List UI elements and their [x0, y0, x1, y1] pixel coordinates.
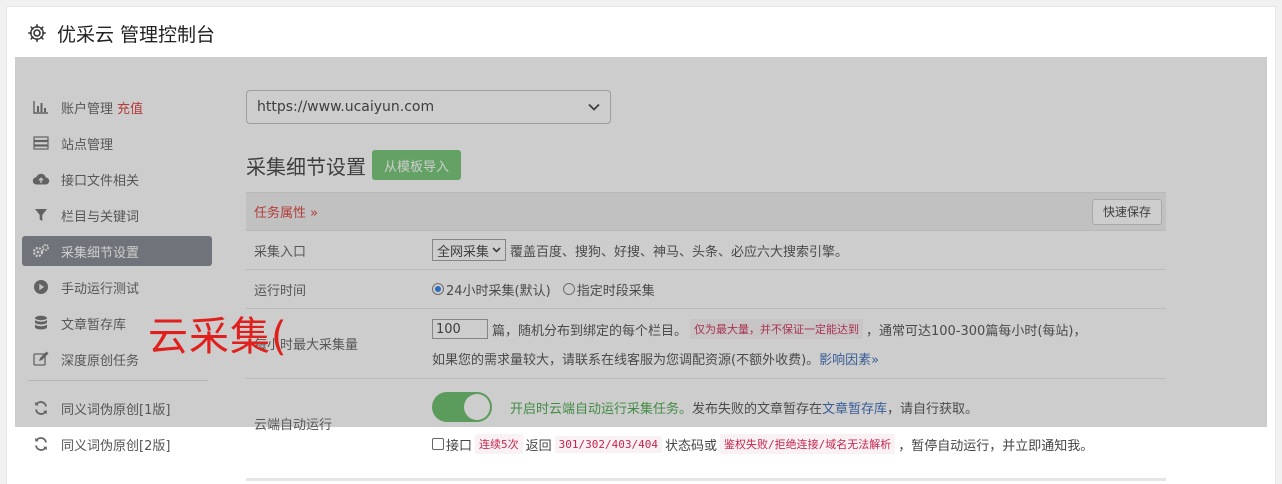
sidebar-item-collect-settings[interactable]: 采集细节设置	[22, 236, 212, 266]
max-per-hour-text2: ，通常可达100-300篇每小时(每站)，	[866, 323, 1087, 339]
row-label: 采集入口	[254, 244, 307, 260]
sidebar-item-label: 文章暂存库	[61, 317, 127, 333]
task-properties-header: 任务属性 » 快速保存	[246, 193, 1166, 231]
chevron-down-icon	[492, 247, 501, 253]
cb-text4: ，暂停自动运行，并立即通知我。	[898, 438, 1094, 454]
article-store-link[interactable]: 文章暂存库	[822, 398, 887, 417]
server-icon	[32, 134, 50, 152]
cb-code2: 301/302/403/404	[554, 435, 662, 453]
row-label: 运行时间	[254, 283, 307, 299]
pause-on-error-checkbox[interactable]	[432, 438, 444, 450]
radio-24h-label: 24小时采集(默认)	[446, 283, 551, 299]
max-per-hour-line2: 如果您的需求量较大，请联系在线客服为您调配资源(不额外收费)。	[432, 353, 820, 368]
row-collect-entry: 采集入口 全网采集 覆盖百度、搜狗、好搜、神马、头条、必应六大搜索引擎。	[246, 231, 1166, 270]
sidebar-item-label: 同义词伪原创[2版]	[61, 438, 171, 454]
max-per-hour-input[interactable]: 100	[432, 319, 488, 339]
sidebar-item-label: 栏目与关键词	[61, 209, 140, 225]
page-title: 优采云 管理控制台	[57, 23, 216, 46]
cb-code1: 连续5次	[475, 434, 523, 454]
radio-scheduled-label: 指定时段采集	[576, 283, 655, 299]
filter-icon	[32, 206, 50, 224]
cb-text2: 返回	[525, 438, 552, 454]
cloud-run-text1: 发布失败的文章暂存在	[692, 401, 823, 417]
cloud-run-green-text: 开启时云端自动运行采集任务。	[510, 401, 693, 417]
section-heading: 采集细节设置	[246, 154, 366, 179]
top-bar: 优采云 管理控制台	[7, 7, 1275, 59]
cloud-run-text2: ，请自行获取。	[887, 401, 979, 417]
refresh-icon	[32, 399, 50, 417]
radio-24h[interactable]	[432, 283, 444, 295]
form-bottom-border	[246, 478, 1166, 481]
max-per-hour-note: 仅为最大量，并不保证一定能达到	[690, 319, 864, 339]
sidebar-item-sites[interactable]: 站点管理	[22, 128, 212, 158]
recharge-link[interactable]: 充值	[117, 98, 143, 117]
cb-text1: 接口	[446, 438, 473, 454]
sidebar-item-deep-original[interactable]: 深度原创任务	[22, 344, 212, 374]
max-per-hour-text1: 篇，随机分布到绑定的每个栏目。	[492, 323, 688, 339]
settings-form: 任务属性 » 快速保存 采集入口 全网采集 覆盖百度、搜狗、好搜、神马、头条、必…	[246, 192, 1166, 467]
sidebar-item-interface-files[interactable]: 接口文件相关	[22, 164, 212, 194]
cloud-run-toggle[interactable]	[432, 392, 492, 422]
row-cloud-run: 云端自动运行 开启时云端自动运行采集任务。 发布失败的文章暂存在 文章暂存库 ，…	[246, 379, 1166, 467]
cb-code3: 鉴权失败/拒绝连接/域名无法解析	[720, 434, 896, 454]
site-select[interactable]: https://www.ucaiyun.com	[246, 90, 611, 124]
bar-chart-icon	[32, 98, 50, 116]
sidebar-item-label: 采集细节设置	[61, 245, 140, 261]
collect-entry-select[interactable]: 全网采集	[432, 239, 507, 261]
influence-factors-link[interactable]: 影响因素»	[819, 349, 879, 368]
section-heading-row: 采集细节设置 从模板导入	[246, 150, 1166, 180]
sidebar-item-label: 手动运行测试	[61, 281, 140, 297]
sidebar-item-columns-keywords[interactable]: 栏目与关键词	[22, 200, 212, 230]
sidebar-item-label: 站点管理	[61, 137, 114, 153]
sidebar-divider	[28, 380, 208, 381]
cb-text3: 状态码或	[665, 438, 718, 454]
row-label: 云端自动运行	[254, 417, 333, 433]
quick-save-button[interactable]: 快速保存	[1091, 198, 1162, 225]
import-template-button[interactable]: 从模板导入	[372, 150, 462, 180]
sidebar-item-manual-run[interactable]: 手动运行测试	[22, 272, 212, 302]
edit-icon	[32, 350, 50, 368]
sidebar-item-synonym-v1[interactable]: 同义词伪原创[1版]	[22, 393, 212, 423]
database-icon	[32, 314, 50, 332]
gears-icon	[32, 242, 50, 260]
cloud-upload-icon	[32, 170, 50, 188]
play-circle-icon	[32, 278, 50, 296]
sidebar-item-synonym-v2[interactable]: 同义词伪原创[2版]	[22, 429, 212, 459]
collect-entry-desc: 覆盖百度、搜狗、好搜、神马、头条、必应六大搜索引擎。	[510, 244, 849, 260]
main-content: https://www.ucaiyun.com 采集细节设置 从模板导入 任务属…	[246, 90, 1166, 467]
sidebar: 账户管理 充值 站点管理 接口文件相关 栏目与关键词 采集细节设置 手动运行测试…	[22, 92, 212, 465]
row-run-time: 运行时间 24小时采集(默认) 指定时段采集	[246, 270, 1166, 309]
refresh-icon	[32, 435, 50, 453]
row-max-per-hour: 每小时最大采集量 100 篇，随机分布到绑定的每个栏目。 仅为最大量，并不保证一…	[246, 309, 1166, 379]
radio-scheduled[interactable]	[562, 283, 575, 295]
sidebar-item-label: 账户管理	[61, 101, 114, 117]
sidebar-item-label: 接口文件相关	[61, 173, 140, 189]
chevron-down-icon	[588, 99, 600, 115]
site-select-value: https://www.ucaiyun.com	[257, 99, 435, 115]
row-label: 每小时最大采集量	[254, 338, 359, 353]
sidebar-item-article-store[interactable]: 文章暂存库	[22, 308, 212, 338]
sidebar-item-label: 深度原创任务	[61, 353, 140, 369]
sidebar-item-label: 同义词伪原创[1版]	[61, 402, 171, 418]
gear-icon	[27, 23, 47, 43]
task-properties-toggle[interactable]: 任务属性 »	[254, 202, 318, 221]
collect-entry-select-value: 全网采集	[437, 244, 490, 260]
sidebar-item-account[interactable]: 账户管理 充值	[22, 92, 212, 122]
